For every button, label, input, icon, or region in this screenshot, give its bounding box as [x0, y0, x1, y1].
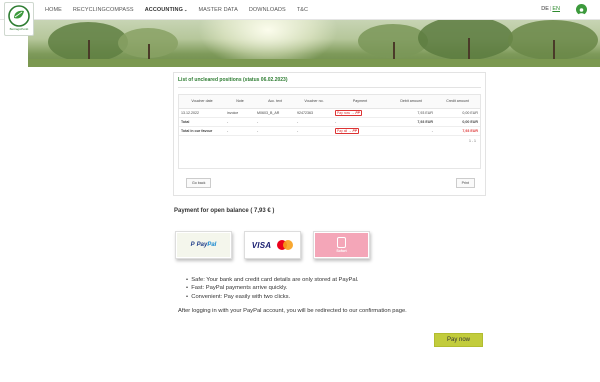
user-icon	[578, 8, 585, 15]
payment-balance-heading: Payment for open balance ( 7,93 € )	[174, 208, 275, 214]
table-total-row: Total - - - - 7,93 EUR 0,00 EUR	[179, 117, 480, 127]
card-payment-method-card[interactable]: VISA	[244, 231, 301, 259]
chevron-down-icon: ⌄	[183, 7, 188, 12]
sofort-label: Sofort	[336, 249, 347, 253]
lang-en[interactable]: EN	[552, 6, 560, 12]
positions-table: Voucher date Note Acc. text Voucher no. …	[178, 94, 481, 169]
col-payment[interactable]: Payment	[333, 95, 387, 109]
language-switcher: DE|EN	[541, 6, 560, 12]
col-voucher-date[interactable]: Voucher date	[179, 95, 225, 109]
cell-total-credit: 0,00 EUR	[435, 117, 480, 127]
sofort-logo: Sofort	[315, 233, 368, 257]
list-item: • Convenient: Pay easily with two clicks…	[186, 293, 291, 300]
benefit-convenient: Convenient: Pay easily with two clicks.	[191, 293, 291, 300]
cell-favour-label: Total in our favour	[179, 126, 225, 136]
sofort-icon	[337, 237, 346, 248]
cell-credit: 0,00 EUR	[435, 108, 480, 118]
nav-accounting[interactable]: ACCOUNTING⌄	[145, 7, 188, 13]
col-note[interactable]: Note	[225, 95, 255, 109]
nav-accounting-label: ACCOUNTING	[144, 7, 183, 13]
nav-recyclingcompass[interactable]: RECYCLINGCOMPASS	[73, 7, 134, 13]
hero-banner-image	[28, 20, 600, 67]
cell-favour-credit: 7,93 EUR	[435, 126, 480, 136]
logo-text: BeitragsPunkt	[9, 27, 29, 31]
visa-mastercard-logo: VISA	[245, 232, 300, 258]
cell-voucher-no: 92472363	[295, 108, 333, 118]
cell-total-debit: 7,93 EUR	[387, 117, 435, 127]
panel-title: List of uncleared positions (status 06.0…	[178, 77, 288, 83]
user-avatar[interactable]	[576, 4, 587, 15]
divider	[178, 87, 481, 88]
hero-ground	[28, 59, 600, 67]
paypal-mini-icon: PP	[352, 128, 358, 133]
table-header-row: Voucher date Note Acc. text Voucher no. …	[179, 95, 480, 109]
cell-debit: 7,93 EUR	[387, 108, 435, 118]
mastercard-icon	[277, 240, 294, 250]
table-row: 13.12.2022 invoice M0603_B_AR 92472363 P…	[179, 108, 480, 118]
list-item: • Fast: PayPal payments arrive quickly.	[186, 285, 288, 292]
cell-total-note: -	[225, 117, 255, 127]
benefit-safe: Safe: Your bank and credit card details …	[191, 277, 359, 283]
cell-acc-text: M0603_B_AR	[255, 108, 295, 118]
nav-home[interactable]: HOME	[45, 7, 62, 13]
paypal-icon: P	[190, 242, 195, 248]
pay-now-button[interactable]: Pay now	[434, 333, 483, 347]
cell-note: invoice	[225, 108, 255, 118]
cell-date: 13.12.2022	[179, 108, 225, 118]
paypal-logo: P Pay Pal	[177, 233, 230, 257]
cell-total-voucher: -	[295, 117, 333, 127]
paypal-benefits-list: • Safe: Your bank and credit card detail…	[186, 276, 359, 301]
nav-tc[interactable]: T&C	[297, 7, 308, 13]
cell-favour-debit: -	[387, 126, 435, 136]
nav-downloads[interactable]: DOWNLOADS	[249, 7, 286, 13]
go-back-button[interactable]: Go back	[186, 178, 212, 188]
sofort-method-card[interactable]: Sofort	[313, 231, 370, 259]
cell-favour-payment: Pay all →PP	[333, 126, 387, 136]
main-nav: HOME RECYCLINGCOMPASS ACCOUNTING⌄ MASTER…	[45, 0, 319, 20]
pay-all-link[interactable]: Pay all →PP	[335, 127, 360, 134]
list-item: • Safe: Your bank and credit card detail…	[186, 277, 359, 283]
pay-now-link[interactable]: Pay now →PP	[335, 109, 362, 116]
paypal-mini-icon: PP	[355, 110, 360, 115]
table-favour-row: Total in our favour - - - Pay all →PP - …	[179, 126, 480, 136]
cell-payment: Pay now →PP	[333, 108, 387, 118]
pay-now-link-label: Pay now →	[337, 110, 355, 115]
cell-favour-voucher: -	[295, 126, 333, 136]
col-debit-amount[interactable]: Debit amount	[387, 95, 435, 109]
visa-icon: VISA	[251, 240, 272, 250]
nav-master-data[interactable]: MASTER DATA	[198, 7, 237, 13]
col-voucher-no[interactable]: Voucher no.	[295, 95, 333, 109]
benefit-fast: Fast: PayPal payments arrive quickly.	[191, 285, 288, 292]
cell-favour-acc-text: -	[255, 126, 295, 136]
cell-favour-note: -	[225, 126, 255, 136]
uncleared-positions-panel: List of uncleared positions (status 06.0…	[173, 72, 486, 196]
cell-total-label: Total	[179, 117, 225, 127]
cell-total-payment: -	[333, 117, 387, 127]
top-navigation-bar: BeitragsPunkt HOME RECYCLINGCOMPASS ACCO…	[0, 0, 600, 36]
pay-all-link-label: Pay all →	[337, 128, 352, 133]
cell-total-acc-text: -	[255, 117, 295, 127]
hero-tree	[418, 20, 513, 60]
col-acc-text[interactable]: Acc. text	[255, 95, 295, 109]
paypal-method-card[interactable]: P Pay Pal	[175, 231, 232, 259]
col-credit-amount[interactable]: Credit amount	[435, 95, 480, 109]
recycle-leaf-icon	[8, 5, 30, 27]
print-button[interactable]: Print	[455, 178, 475, 188]
company-logo[interactable]: BeitragsPunkt	[4, 2, 34, 36]
redirect-note: After logging in with your PayPal accoun…	[178, 308, 407, 314]
pagination-info: 1 - 1	[468, 138, 476, 143]
lang-de[interactable]: DE	[541, 6, 549, 12]
